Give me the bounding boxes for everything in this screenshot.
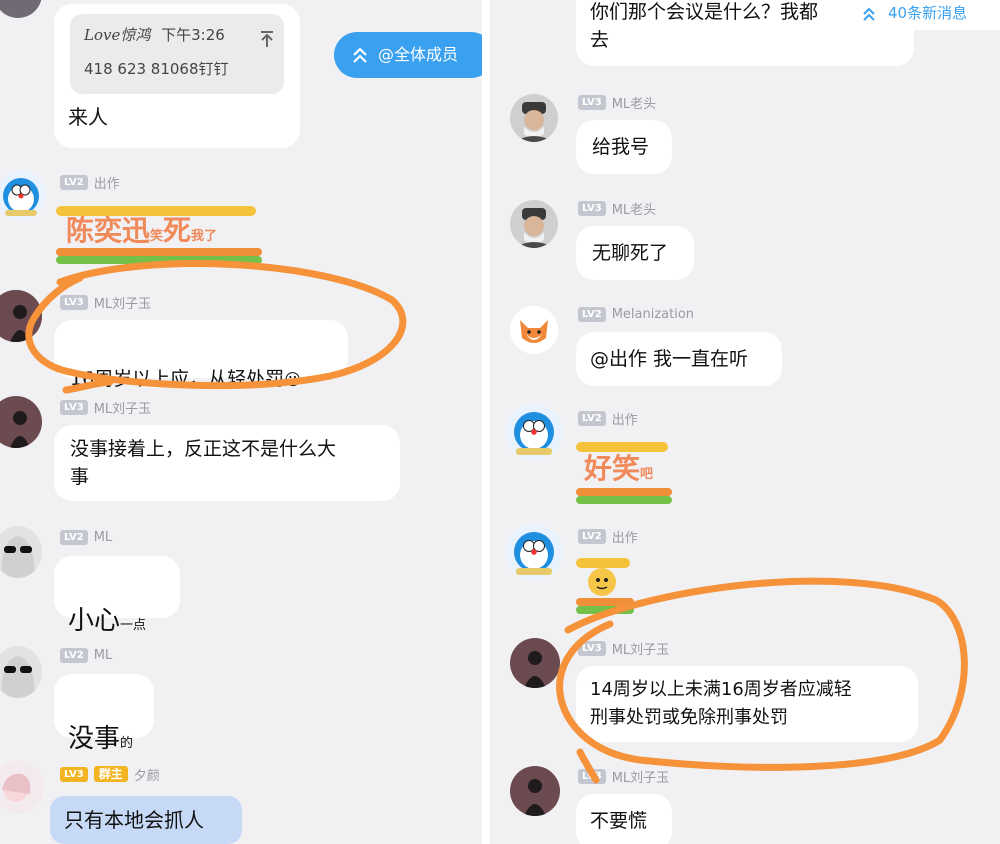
message-bubble[interactable]: 14周岁以上未满16周岁者应减轻 刑事处罚或免除刑事处罚 <box>576 666 918 742</box>
double-chevron-up-icon <box>863 7 875 21</box>
sender-name: LV3 ML老头 <box>578 94 656 112</box>
avatar[interactable] <box>0 526 42 578</box>
message-text: 小心 <box>68 606 121 636</box>
avatar[interactable] <box>506 404 562 460</box>
avatar[interactable] <box>0 0 42 18</box>
message-bubble[interactable]: 没事接着上，反正这不是什么大 事 <box>54 425 400 501</box>
avatar[interactable] <box>510 766 560 816</box>
avatar[interactable] <box>0 646 42 698</box>
sender-name: LV2 ML <box>60 529 112 545</box>
avatar[interactable] <box>510 200 558 248</box>
message-text: 不要慌 <box>590 810 648 832</box>
quoted-sender: Love惊鸿 <box>84 26 151 44</box>
sender-name: LV2 出作 <box>60 174 120 192</box>
message-text: 16周岁以上应，从轻处罚 <box>70 368 285 390</box>
message-bubble[interactable]: 不要慌 <box>576 794 672 844</box>
message-bubble[interactable]: Love惊鸿 下午3:26 418 623 81068钉钉 来人 <box>54 4 300 148</box>
message-bubble[interactable]: 给我号 <box>576 120 672 174</box>
avatar[interactable] <box>506 524 562 580</box>
message-bubble[interactable]: 无聊死了 <box>576 226 694 280</box>
sender-name: LV2 ML <box>60 647 112 663</box>
message-text: 没事接着上，反正这不是什么大 事 <box>70 438 337 488</box>
sender-name: LV3 ML老头 <box>578 200 656 218</box>
message-bubble[interactable]: 只有本地会抓人 <box>50 796 242 844</box>
sender-name: LV3 ML刘子玉 <box>60 399 151 417</box>
message-text: 给我号 <box>592 136 650 158</box>
sender-name: LV2 出作 <box>578 528 638 546</box>
quoted-content: 418 623 81068钉钉 <box>84 60 229 78</box>
emoji: 😶 <box>284 370 301 389</box>
sticker-message[interactable]: 陈奕迅笑死我了 <box>56 200 262 266</box>
avatar[interactable] <box>510 94 558 142</box>
quoted-reply-card[interactable]: Love惊鸿 下午3:26 418 623 81068钉钉 <box>70 14 284 94</box>
sender-name: LV2 Melanization <box>578 306 694 322</box>
sender-name: LV3 ML刘子玉 <box>60 294 151 312</box>
new-messages-badge[interactable]: 40条新消息 <box>848 0 1000 30</box>
left-chat-panel: Love惊鸿 下午3:26 418 623 81068钉钉 来人 @全体成员 L… <box>0 0 482 844</box>
sender-name: LV3 群主 夕颜 <box>60 766 160 784</box>
message-text: 你们那个会议是什么？我都 去 <box>590 1 819 51</box>
avatar[interactable] <box>0 290 42 342</box>
message-bubble[interactable]: 没事的 <box>54 674 154 754</box>
message-bubble[interactable]: 小心一点 <box>54 556 180 636</box>
avatar[interactable] <box>0 760 44 814</box>
message-text: 无聊死了 <box>592 242 669 264</box>
message-text: 14周岁以上未满16周岁者应减轻 刑事处罚或免除刑事处罚 <box>590 679 852 728</box>
double-chevron-up-icon <box>353 47 367 63</box>
message-text: @出作 我一直在听 <box>590 348 749 370</box>
message-bubble[interactable]: @出作 我一直在听 <box>576 332 782 386</box>
avatar[interactable] <box>510 306 558 354</box>
right-chat-panel: 你们那个会议是什么？我都 去 40条新消息 LV3 ML老头 给我号 LV3 M… <box>490 0 1000 844</box>
sticker-message[interactable]: 好笑吧 <box>576 436 676 508</box>
sender-name: LV3 ML刘子玉 <box>578 640 669 658</box>
avatar[interactable] <box>510 638 560 688</box>
scroll-to-top-icon[interactable] <box>260 26 274 47</box>
message-text: 来人 <box>68 105 108 129</box>
avatar[interactable] <box>0 170 46 220</box>
message-text: 只有本地会抓人 <box>64 808 204 832</box>
emoji-face <box>588 568 616 596</box>
message-bubble[interactable]: 16周岁以上应，从轻处罚😶 <box>54 320 348 390</box>
message-text: 没事 <box>68 724 121 754</box>
avatar[interactable] <box>0 396 42 448</box>
sender-name: LV2 出作 <box>578 410 638 428</box>
quoted-time: 下午3:26 <box>161 26 225 44</box>
sticker-message[interactable] <box>576 554 636 618</box>
sender-name: LV3 ML刘子玉 <box>578 768 669 786</box>
mention-all-button[interactable]: @全体成员 <box>334 32 482 78</box>
owner-badge: 群主 <box>93 766 128 782</box>
